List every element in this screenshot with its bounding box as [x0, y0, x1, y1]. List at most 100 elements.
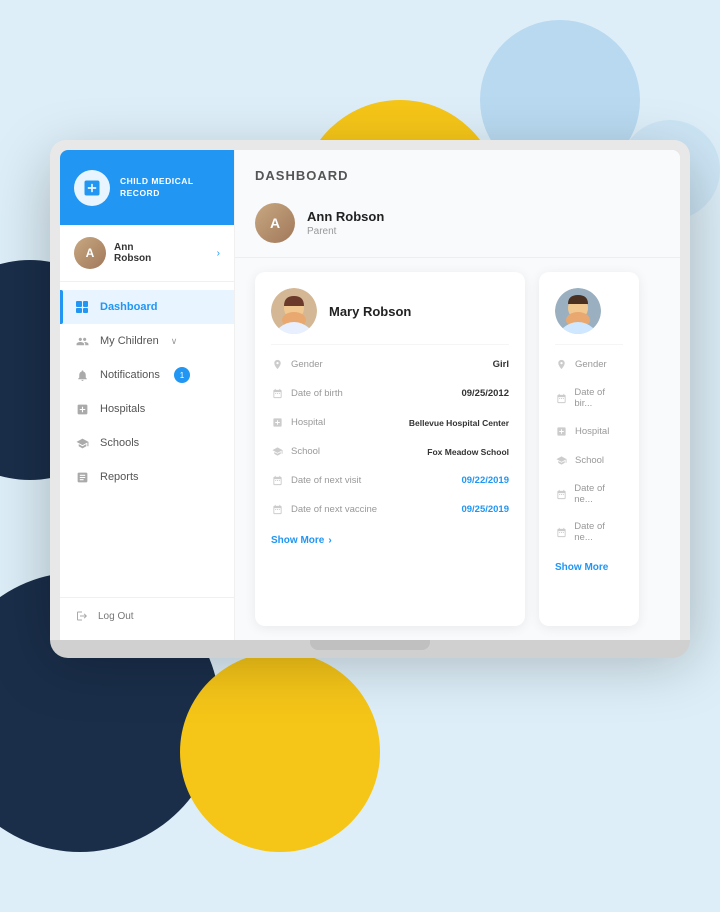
report-icon: [74, 469, 90, 485]
page-title: DASHBOARD: [255, 168, 660, 183]
school-label-second: School: [575, 455, 604, 466]
nav-label-hospitals: Hospitals: [100, 403, 145, 415]
nav-label-my-children: My Children: [100, 335, 159, 347]
info-row-dob-second: Date of bir...: [555, 384, 623, 412]
sidebar-item-my-children[interactable]: My Children ∨: [60, 324, 234, 358]
nav-label-dashboard: Dashboard: [100, 301, 157, 313]
dob-value: 09/25/2012: [461, 388, 509, 399]
info-row-next-visit: Date of next visit 09/22/2019: [271, 471, 509, 490]
main-user-avatar: A: [255, 203, 295, 243]
hospital-icon: [74, 401, 90, 417]
school-icon: [74, 435, 90, 451]
info-row-dob: Date of birth 09/25/2012: [271, 384, 509, 403]
info-row-hospital: Hospital Bellevue Hospital Center: [271, 413, 509, 432]
laptop-screen-inner: CHILD MEDICAL RECORD A AnnRobson ›: [60, 150, 680, 640]
next-vaccine-icon: [271, 503, 284, 516]
main-user-info: Ann Robson Parent: [307, 209, 384, 237]
laptop-wrapper: CHILD MEDICAL RECORD A AnnRobson ›: [50, 140, 690, 658]
info-row-next-vaccine: Date of next vaccine 09/25/2019: [271, 500, 509, 519]
sidebar-item-hospitals[interactable]: Hospitals: [60, 392, 234, 426]
main-user-role: Parent: [307, 226, 384, 237]
logout-label: Log Out: [98, 611, 134, 622]
logo-icon: [74, 170, 110, 206]
bg-yellow-bottom: [180, 652, 380, 852]
boy-avatar-image: [555, 288, 601, 334]
hospital-info-icon: [271, 416, 284, 429]
info-row-hospital-second: Hospital: [555, 422, 623, 441]
bell-icon: [74, 367, 90, 383]
hospital-value: Bellevue Hospital Center: [409, 418, 509, 428]
next-visit-value: 09/22/2019: [461, 475, 509, 486]
show-more-second[interactable]: Show More: [555, 562, 623, 573]
logout-button[interactable]: Log Out: [74, 608, 220, 624]
next-visit-label-second: Date of ne...: [574, 483, 623, 505]
child-avatar-second: [555, 288, 601, 334]
notification-badge: 1: [174, 367, 190, 383]
cards-container: Mary Robson Gender Girl: [235, 258, 680, 640]
nav-label-reports: Reports: [100, 471, 139, 483]
next-visit-icon: [271, 474, 284, 487]
gender-icon-second: [555, 358, 568, 371]
nav-label-schools: Schools: [100, 437, 139, 449]
child-card-header-second: [555, 288, 623, 345]
child-card-header-mary: Mary Robson: [271, 288, 509, 345]
sidebar-footer: Log Out: [60, 597, 234, 640]
avatar: A: [74, 237, 106, 269]
laptop-base: [50, 640, 690, 658]
chevron-right-show-more: ›: [328, 535, 331, 546]
girl-avatar-image: [271, 288, 317, 334]
dob-icon: [271, 387, 284, 400]
child-card-mary: Mary Robson Gender Girl: [255, 272, 525, 626]
info-row-school: School Fox Meadow School: [271, 442, 509, 461]
show-more-mary[interactable]: Show More ›: [271, 535, 509, 546]
main-user-name: Ann Robson: [307, 209, 384, 224]
laptop-screen-outer: CHILD MEDICAL RECORD A AnnRobson ›: [50, 140, 690, 640]
next-vaccine-label: Date of next vaccine: [291, 504, 377, 515]
sidebar-user[interactable]: A AnnRobson ›: [60, 225, 234, 282]
users-icon: [74, 333, 90, 349]
next-vaccine-label-second: Date of ne...: [574, 521, 623, 543]
grid-icon: [74, 299, 90, 315]
school-icon-second: [555, 454, 568, 467]
medical-cross-icon: [82, 178, 102, 198]
sidebar-user-name: AnnRobson: [114, 242, 209, 264]
next-vaccine-icon-second: [555, 526, 567, 539]
show-more-label-second: Show More: [555, 562, 608, 573]
info-row-school-second: School: [555, 451, 623, 470]
school-label: School: [291, 446, 320, 457]
gender-label-second: Gender: [575, 359, 607, 370]
main-content: DASHBOARD A Ann Robson Parent: [235, 150, 680, 640]
sidebar-item-reports[interactable]: Reports: [60, 460, 234, 494]
sidebar-header: CHILD MEDICAL RECORD: [60, 150, 234, 225]
sidebar-item-dashboard[interactable]: Dashboard: [60, 290, 234, 324]
brand-text: CHILD MEDICAL RECORD: [120, 176, 220, 200]
dob-icon-second: [555, 392, 567, 405]
user-info-row: A Ann Robson Parent: [235, 193, 680, 258]
child-avatar-mary: [271, 288, 317, 334]
info-row-gender-second: Gender: [555, 355, 623, 374]
info-row-gender: Gender Girl: [271, 355, 509, 374]
chevron-right-icon: ›: [217, 248, 220, 259]
school-value: Fox Meadow School: [427, 447, 509, 457]
child-card-second: Gender Date of bir...: [539, 272, 639, 626]
next-vaccine-value: 09/25/2019: [461, 504, 509, 515]
show-more-label-mary: Show More: [271, 535, 324, 546]
gender-value: Girl: [493, 359, 509, 370]
sidebar: CHILD MEDICAL RECORD A AnnRobson ›: [60, 150, 235, 640]
school-info-icon: [271, 445, 284, 458]
dob-label-second: Date of bir...: [574, 387, 623, 409]
gender-icon: [271, 358, 284, 371]
main-header: DASHBOARD: [235, 150, 680, 193]
info-row-next-visit-second: Date of ne...: [555, 480, 623, 508]
avatar-image: A: [74, 237, 106, 269]
nav-label-notifications: Notifications: [100, 369, 160, 381]
hospital-label-second: Hospital: [575, 426, 609, 437]
next-visit-icon-second: [555, 488, 567, 501]
hospital-label: Hospital: [291, 417, 325, 428]
child-name-mary: Mary Robson: [329, 304, 411, 319]
sidebar-item-notifications[interactable]: Notifications 1: [60, 358, 234, 392]
next-visit-label: Date of next visit: [291, 475, 361, 486]
gender-label: Gender: [291, 359, 323, 370]
info-row-next-vaccine-second: Date of ne...: [555, 518, 623, 546]
sidebar-item-schools[interactable]: Schools: [60, 426, 234, 460]
